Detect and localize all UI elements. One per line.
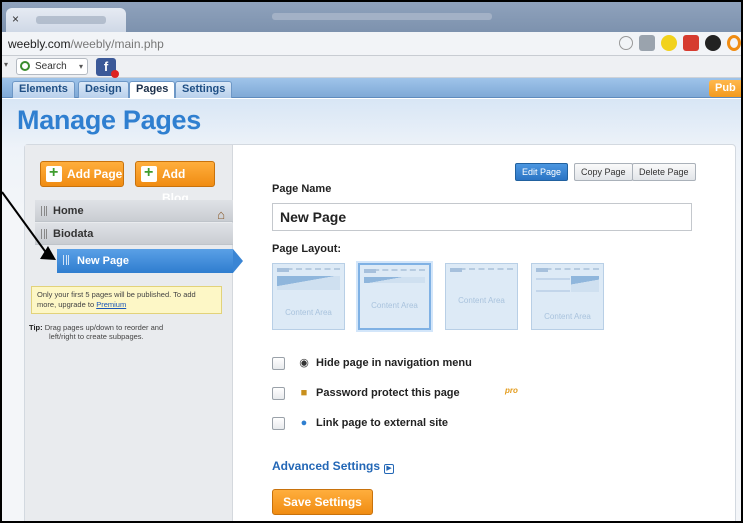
publish-limit-notice: Only your first 5 pages will be publishe… <box>31 286 222 314</box>
page-item-label: Biodata <box>53 228 94 240</box>
password-protect-label: Password protect this page <box>316 387 460 399</box>
layout-nav-bar <box>364 269 425 273</box>
orange-ring-icon[interactable] <box>727 35 741 51</box>
layout-nav-bar <box>536 268 599 272</box>
layout-nav-bar <box>450 268 513 272</box>
external-link-label: Link page to external site <box>316 417 449 429</box>
drag-handle-icon[interactable] <box>41 229 47 239</box>
expand-arrow-icon: ▶ <box>384 464 395 474</box>
extension-icon[interactable] <box>639 35 655 51</box>
toolbar-search-label: Search <box>35 61 67 72</box>
lock-icon: ■ <box>300 387 308 399</box>
layout-option-header-selected[interactable]: Content Area <box>358 263 431 330</box>
facebook-icon[interactable]: f <box>96 58 119 78</box>
address-bar[interactable]: weebly.com/weebly/main.php <box>2 32 741 56</box>
browser-tab-strip: × <box>2 2 741 32</box>
url-path: /weebly/main.php <box>70 37 164 51</box>
layout-header-image <box>364 277 425 283</box>
pages-sidebar: Add Page Add Blog Home ⌂ Biodata <box>25 145 233 521</box>
layout-content-text: Content Area <box>458 296 505 305</box>
delete-page-button[interactable]: Delete Page <box>632 163 696 181</box>
toolbar-search-button[interactable]: Search ▾ <box>16 58 88 75</box>
star-icon[interactable] <box>619 36 633 50</box>
add-blog-button[interactable]: Add Blog <box>135 161 215 205</box>
main-area: Manage Pages Add Page Add Blog Home ⌂ <box>2 99 741 521</box>
save-settings-button[interactable]: Save Settings <box>272 489 373 515</box>
tab-settings[interactable]: Settings <box>175 81 233 98</box>
edit-page-button[interactable]: Edit Page <box>515 163 569 181</box>
browser-toolbar: ▾ Search ▾ f <box>2 56 741 78</box>
advanced-settings-label: Advanced Settings <box>272 459 381 473</box>
hide-in-nav-checkbox[interactable] <box>272 357 285 370</box>
layout-header-image <box>277 276 340 290</box>
tip-line-1: Drag pages up/down to reorder and <box>44 323 164 332</box>
page-item-home[interactable]: Home ⌂ <box>35 200 233 222</box>
reorder-tip: Tip: Drag pages up/down to reorder and l… <box>29 323 227 341</box>
layout-side-image <box>571 276 599 292</box>
screenshot-frame: × weebly.com/weebly/main.php ▾ Search ▾ … <box>2 2 741 521</box>
pacman-icon[interactable] <box>661 35 677 51</box>
page-item-label: New Page <box>77 255 129 267</box>
globe-icon: ● <box>300 417 308 429</box>
tab-pages[interactable]: Pages <box>129 81 176 98</box>
selected-page-pointer <box>233 249 243 273</box>
browser-tab[interactable]: × <box>6 8 126 32</box>
add-page-button[interactable]: Add Page <box>40 161 124 187</box>
layout-content-text: Content Area <box>285 308 332 317</box>
advanced-settings-link[interactable]: Advanced Settings ▶ <box>272 459 395 474</box>
chevron-down-icon: ▾ <box>78 62 83 71</box>
notification-badge <box>111 70 119 78</box>
tip-line-2: left/right to create subpages. <box>49 332 144 341</box>
add-page-label: Add Page <box>67 167 123 181</box>
tab-elements[interactable]: Elements <box>12 81 75 98</box>
add-blog-icon <box>141 161 157 185</box>
url-text[interactable]: weebly.com/weebly/main.php <box>8 37 164 51</box>
hide-in-nav-label: Hide page in navigation menu <box>316 357 472 369</box>
tip-label: Tip: <box>29 323 43 332</box>
tab-close-icon[interactable]: × <box>12 12 19 26</box>
page-title: Manage Pages <box>17 105 201 135</box>
publish-button[interactable]: Pub <box>709 80 741 97</box>
url-host: weebly.com <box>8 37 71 51</box>
tab-title-redacted <box>36 16 106 24</box>
external-link-checkbox[interactable] <box>272 417 285 430</box>
manage-pages-panel: Add Page Add Blog Home ⌂ Biodata <box>24 144 736 521</box>
copy-page-button[interactable]: Copy Page <box>574 163 633 181</box>
page-name-label: Page Name <box>272 183 332 195</box>
page-layout-label: Page Layout: <box>272 243 342 255</box>
address-bar-icons <box>619 35 741 51</box>
layout-option-tall-header[interactable]: Content Area <box>531 263 604 330</box>
add-page-icon <box>46 161 62 185</box>
layout-nav-bar <box>277 268 340 272</box>
layout-text-lines <box>536 278 570 292</box>
premium-link[interactable]: Premium <box>96 300 126 309</box>
page-name-input[interactable] <box>272 203 692 231</box>
password-protect-checkbox[interactable] <box>272 387 285 400</box>
layout-content-text: Content Area <box>544 312 591 321</box>
page-item-biodata[interactable]: Biodata <box>35 223 233 245</box>
record-icon[interactable] <box>705 35 721 51</box>
layout-option-header-hero[interactable]: Content Area <box>272 263 345 330</box>
layout-content-text: Content Area <box>371 301 418 310</box>
gmail-icon[interactable] <box>683 35 699 51</box>
editor-nav: Elements Design Pages Settings Pub <box>2 78 741 98</box>
page-item-label: Home <box>53 205 84 217</box>
window-title-redacted <box>272 13 492 20</box>
toolbar-dropdown-icon[interactable]: ▾ <box>4 60 8 69</box>
facebook-letter: f <box>103 59 109 74</box>
drag-handle-icon[interactable] <box>41 206 47 216</box>
tab-design[interactable]: Design <box>78 81 129 98</box>
eye-icon: ◉ <box>299 357 309 369</box>
page-item-new-page[interactable]: New Page <box>57 249 233 273</box>
layout-option-no-header[interactable]: Content Area <box>445 263 518 330</box>
drag-handle-icon[interactable] <box>63 255 69 265</box>
pro-badge: pro <box>505 386 518 395</box>
search-icon <box>20 61 30 71</box>
